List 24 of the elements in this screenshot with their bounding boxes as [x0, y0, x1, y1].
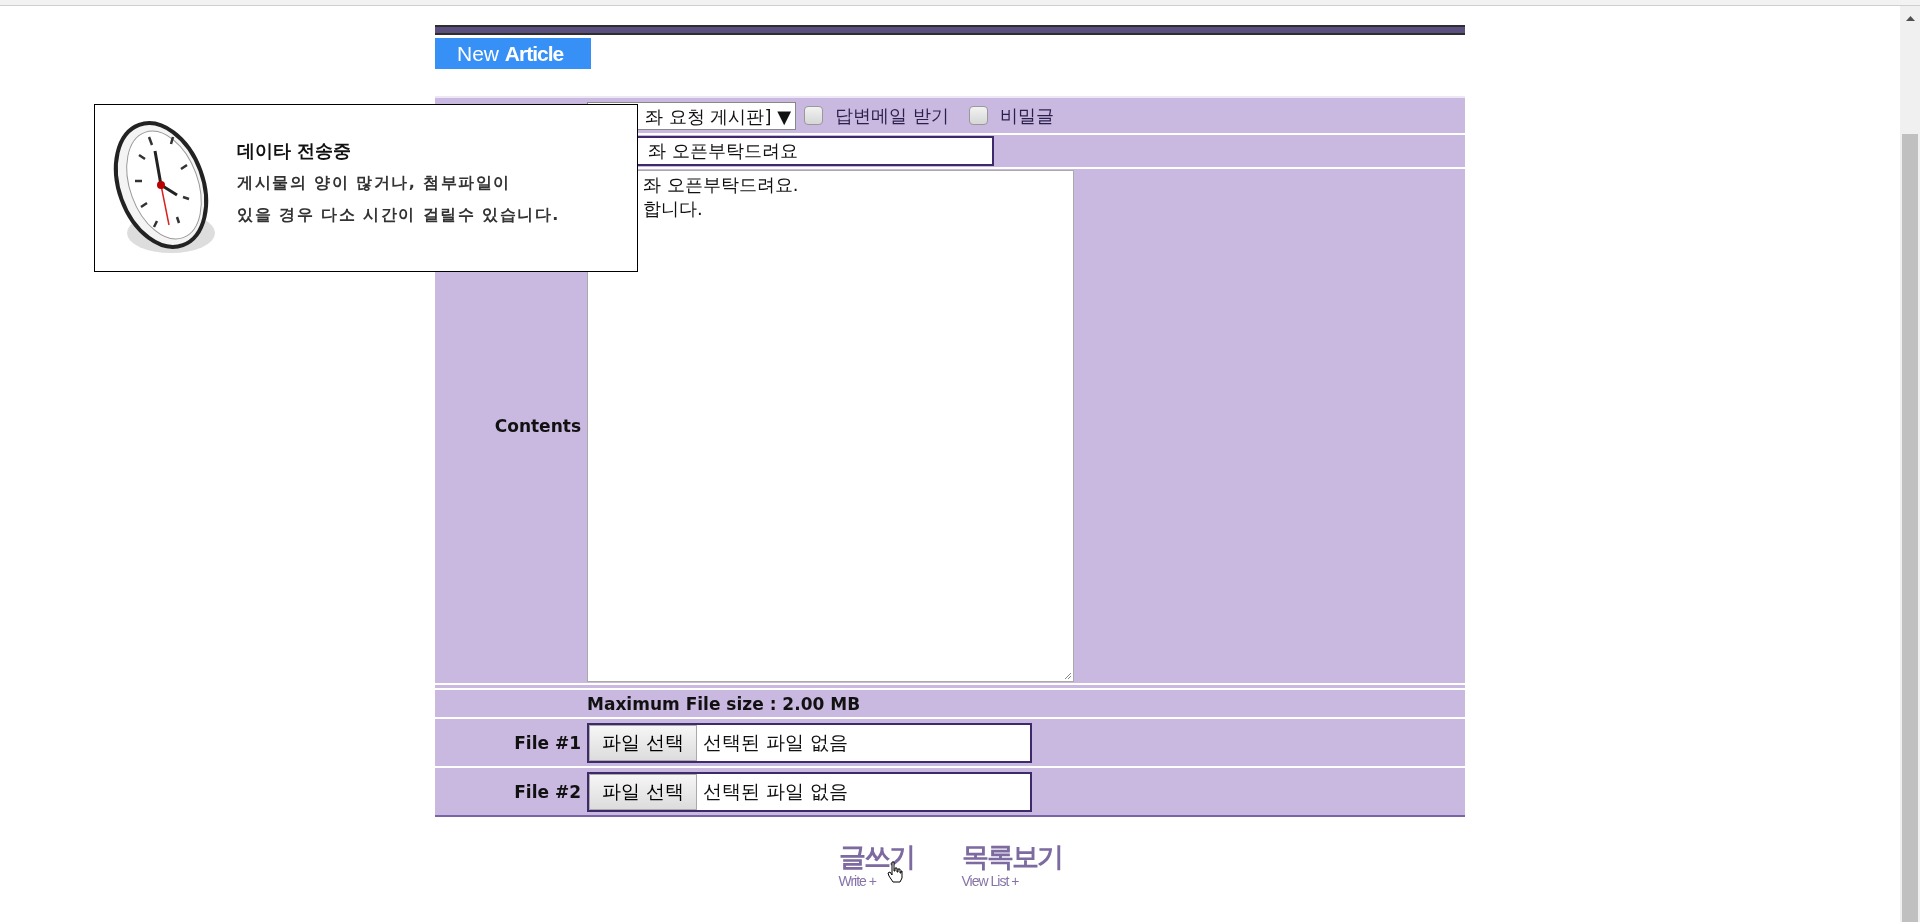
- page-title: New Article: [435, 38, 591, 69]
- contents-field[interactable]: 좌 오픈부탁드려요. 합니다.: [587, 170, 1074, 682]
- action-link[interactable]: 글쓰기 Write +: [838, 839, 914, 889]
- scrollbar-thumb[interactable]: [1902, 134, 1918, 922]
- popup-message: 있을 경우 다소 시간이 걸릴수 있습니다.: [237, 204, 560, 226]
- file-size-note: Maximum File size : 2.00 MB: [435, 690, 1465, 719]
- field-label: Contents: [493, 416, 582, 436]
- popup-title: 데이타 전송중: [237, 139, 353, 163]
- choose-file-button[interactable]: 파일 선택: [589, 773, 698, 810]
- checkbox-label: 답변메일 받기: [835, 103, 949, 128]
- file-input[interactable]: 파일 선택 선택된 파일 없음: [587, 771, 1032, 812]
- resize-grip-icon[interactable]: [1064, 672, 1072, 680]
- file-input[interactable]: 파일 선택 선택된 파일 없음: [587, 722, 1032, 763]
- file-status: 선택된 파일 없음: [703, 778, 849, 804]
- checkbox[interactable]: [968, 106, 988, 125]
- field-label: File #2: [513, 781, 582, 802]
- checkbox-label: 비밀글: [999, 103, 1054, 128]
- checkbox[interactable]: [804, 106, 824, 125]
- choose-file-button[interactable]: 파일 선택: [589, 724, 698, 761]
- scroll-up-icon[interactable]: [1906, 16, 1915, 21]
- file-status: 선택된 파일 없음: [703, 729, 849, 755]
- field-label: File #1: [513, 732, 582, 753]
- action-link[interactable]: 목록보기 View List +: [961, 839, 1062, 889]
- popup-message: 게시물의 양이 많거나, 첨부파일이: [237, 172, 512, 194]
